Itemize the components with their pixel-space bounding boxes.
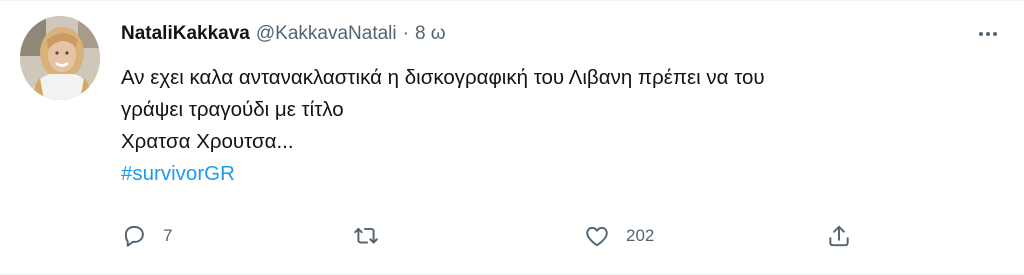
heart-icon — [586, 226, 608, 247]
retweet-icon — [354, 227, 378, 244]
tweet-text-line: Χρατσα Χρουτσα... — [121, 130, 294, 153]
like-button[interactable]: 202 — [584, 223, 654, 249]
user-handle[interactable]: @KakkavaNatali — [256, 23, 397, 45]
avatar[interactable] — [20, 16, 100, 100]
hashtag-link[interactable]: #survivorGR — [121, 158, 1001, 190]
separator-dot: · — [402, 23, 409, 44]
avatar-photo — [20, 16, 100, 100]
tweet-timestamp[interactable]: 8 ω — [415, 23, 446, 45]
reply-count: 7 — [163, 226, 173, 245]
share-icon — [829, 225, 849, 247]
display-name[interactable]: NataliKakkava — [121, 23, 250, 45]
tweet-text-line: γράψει τραγούδι με τίτλο — [121, 98, 344, 121]
tweet-header: NataliKakkava @KakkavaNatali · 8 ω — [121, 23, 446, 49]
tweet-card[interactable]: NataliKakkava @KakkavaNatali · 8 ω Αν εχ… — [0, 0, 1024, 275]
like-count: 202 — [626, 226, 655, 245]
tweet-text: Αν εχει καλα αντανακλαστικά η δισκογραφι… — [121, 62, 1001, 190]
share-button[interactable] — [826, 223, 868, 249]
reply-icon — [124, 226, 144, 247]
reply-button[interactable]: 7 — [121, 223, 172, 249]
tweet-text-line: Αν εχει καλα αντανακλαστικά η δισκογραφι… — [121, 66, 765, 89]
more-horizontal-icon[interactable] — [976, 25, 1000, 43]
retweet-button[interactable] — [353, 223, 395, 249]
tweet-actions: 7 202 — [121, 223, 881, 253]
